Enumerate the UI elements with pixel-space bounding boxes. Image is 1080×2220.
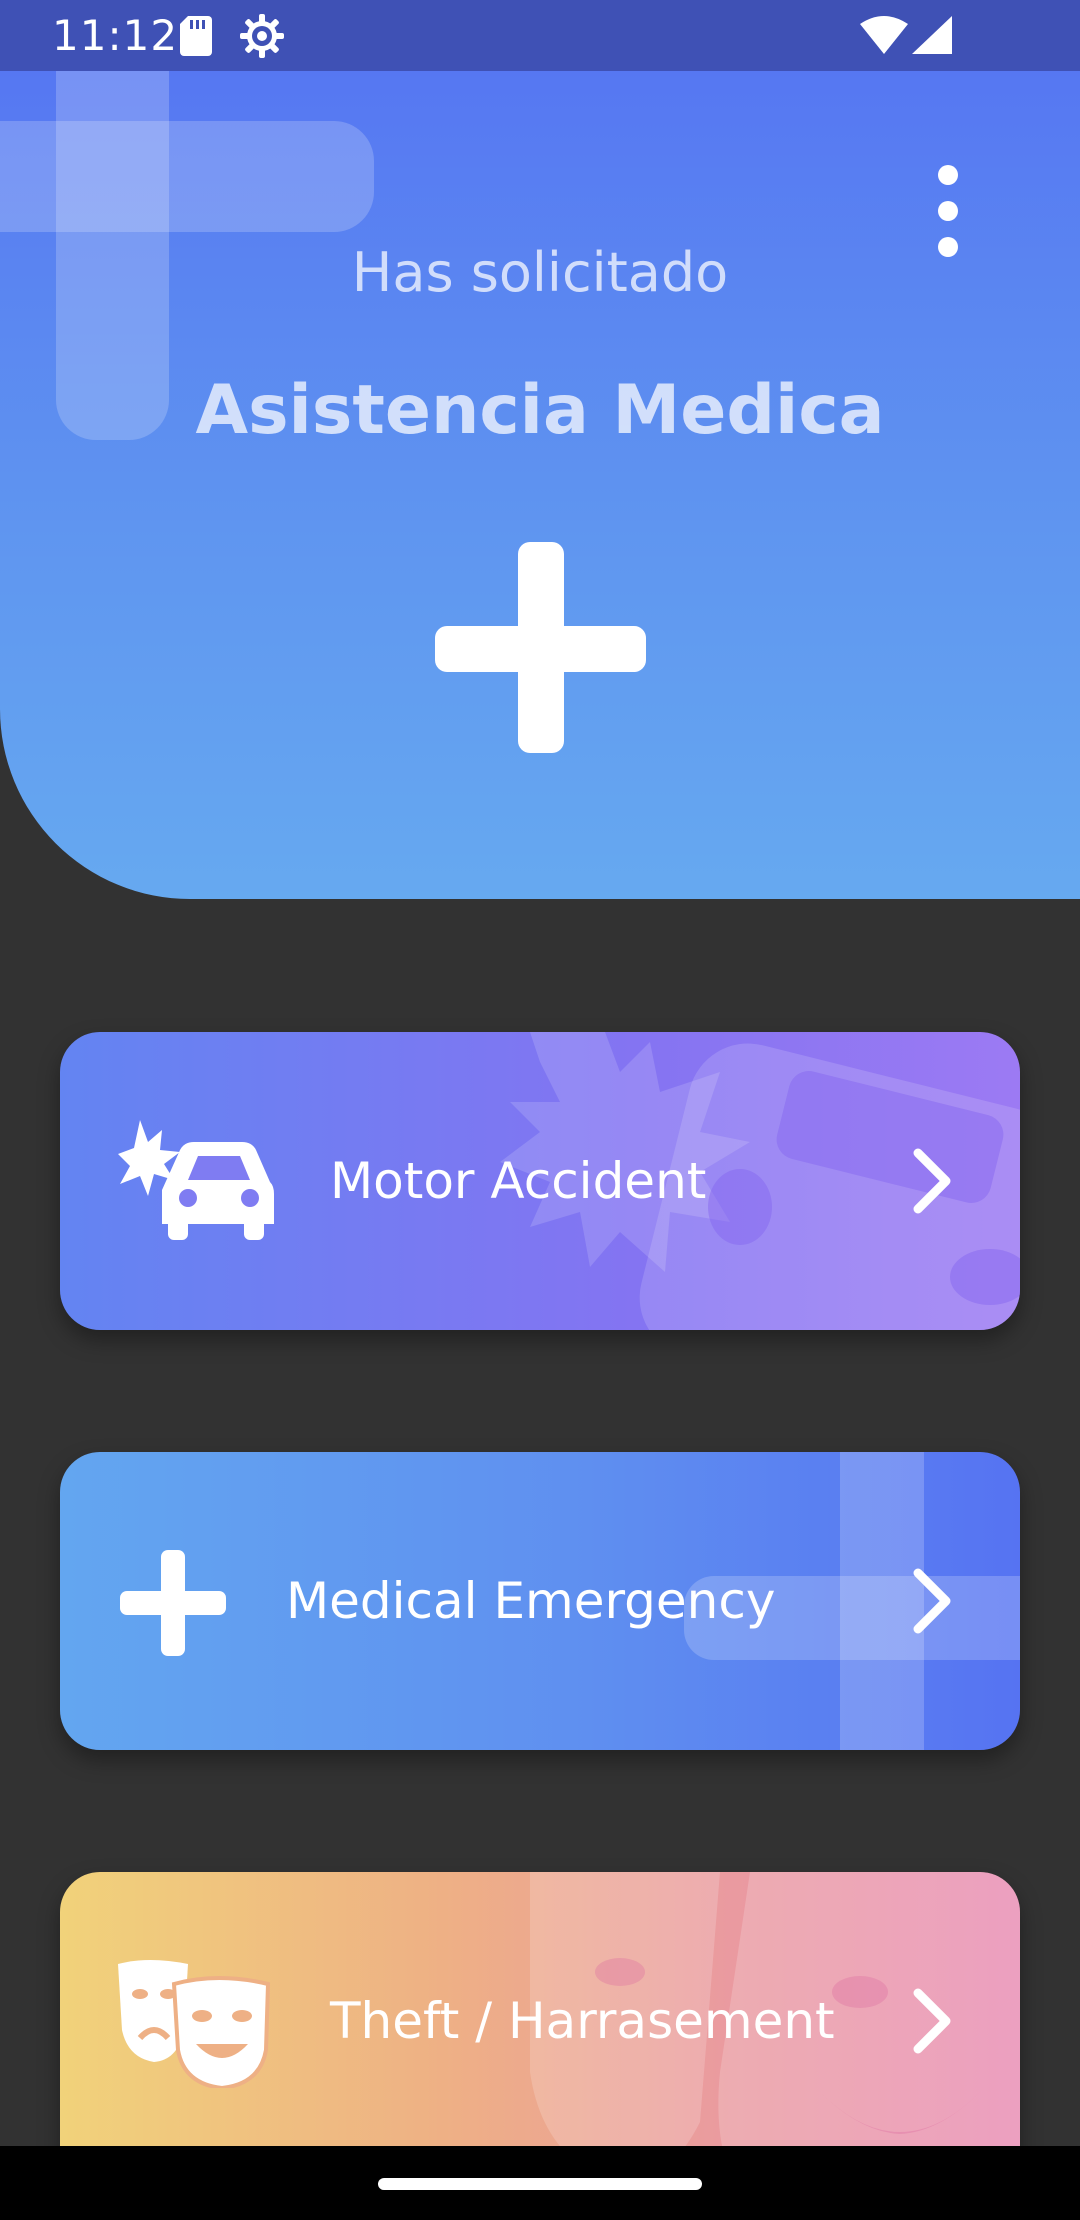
settings-gear-icon [240,14,284,62]
background-cross-decoration [0,121,374,232]
status-time: 11:12 [52,11,179,60]
motor-accident-card[interactable]: Motor Accident [60,1032,1020,1330]
medical-emergency-card[interactable]: Medical Emergency [60,1452,1020,1750]
home-indicator[interactable] [378,2178,702,2190]
cell-signal-icon [912,16,952,58]
chevron-right-icon [910,1145,954,1221]
card-label-medical-emergency: Medical Emergency [286,1572,776,1630]
status-bar: 11:12 [0,0,1080,71]
header-subtitle: Has solicitado [351,241,729,304]
header-panel: Has solicitado Asistencia Medica [0,71,1080,899]
medical-cross-icon [120,1550,226,1660]
card-label-motor-accident: Motor Accident [330,1152,707,1210]
sd-card-icon [180,16,212,60]
theater-masks-icon [118,1960,274,2092]
chevron-right-icon [910,1985,954,2061]
wifi-icon [860,16,908,58]
car-crash-icon [118,1120,274,1248]
header-title: Asistencia Medica [195,371,885,450]
chevron-right-icon [910,1565,954,1641]
card-label-theft-harrasement: Theft / Harrasement [330,1992,835,2050]
